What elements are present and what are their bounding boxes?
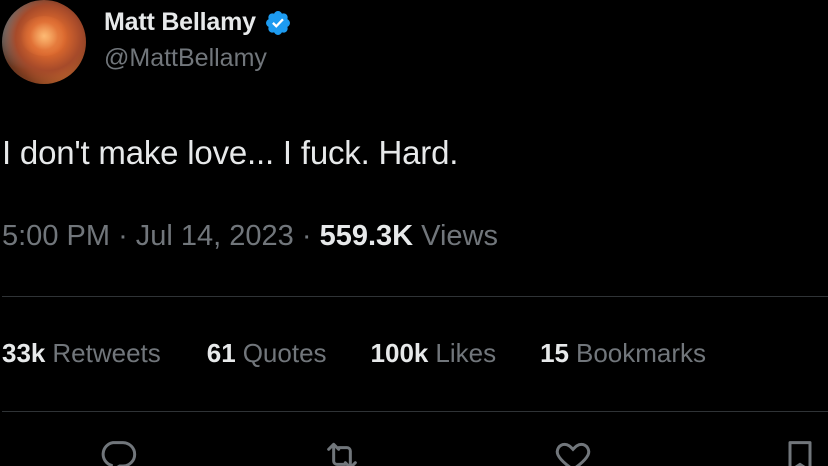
- avatar[interactable]: [2, 0, 86, 84]
- bookmarks-count: 15: [540, 338, 569, 368]
- divider: [2, 411, 828, 412]
- likes-label: Likes: [435, 338, 497, 368]
- retweets-stat[interactable]: 33k Retweets: [2, 338, 161, 369]
- retweet-icon[interactable]: [322, 436, 362, 466]
- likes-count: 100k: [370, 338, 429, 368]
- bookmarks-label: Bookmarks: [576, 338, 707, 368]
- tweet-meta: 5:00 PM · Jul 14, 2023 · 559.3K Views: [2, 220, 498, 253]
- retweets-label: Retweets: [52, 338, 161, 368]
- retweets-count: 33k: [2, 338, 46, 368]
- engagement-stats: 33k Retweets 61 Quotes 100k Likes 15 Boo…: [2, 338, 706, 369]
- bookmark-icon[interactable]: [780, 436, 820, 466]
- quotes-count: 61: [206, 338, 236, 368]
- views-label: Views: [421, 220, 498, 252]
- tweet-actions: [0, 436, 828, 466]
- views-count: 559.3K: [319, 220, 422, 252]
- user-handle[interactable]: @MattBellamy: [104, 44, 267, 73]
- meta-separator: ·: [118, 220, 136, 252]
- tweet-text: I don't make love... I fuck. Hard.: [2, 134, 459, 171]
- author-name-row: Matt Bellamy: [104, 8, 292, 37]
- verified-badge-icon[interactable]: [264, 9, 292, 37]
- reply-icon[interactable]: [98, 436, 138, 466]
- quotes-stat[interactable]: 61 Quotes: [207, 338, 327, 369]
- likes-stat[interactable]: 100k Likes: [371, 338, 497, 369]
- heart-icon[interactable]: [553, 436, 593, 466]
- bookmarks-stat[interactable]: 15 Bookmarks: [540, 338, 706, 369]
- meta-separator: ·: [301, 220, 320, 252]
- tweet-time[interactable]: 5:00 PM: [2, 220, 110, 252]
- display-name[interactable]: Matt Bellamy: [104, 8, 256, 37]
- tweet-date[interactable]: Jul 14, 2023: [136, 220, 294, 252]
- quotes-label: Quotes: [242, 338, 327, 368]
- divider: [2, 296, 828, 297]
- avatar-image: [20, 16, 68, 56]
